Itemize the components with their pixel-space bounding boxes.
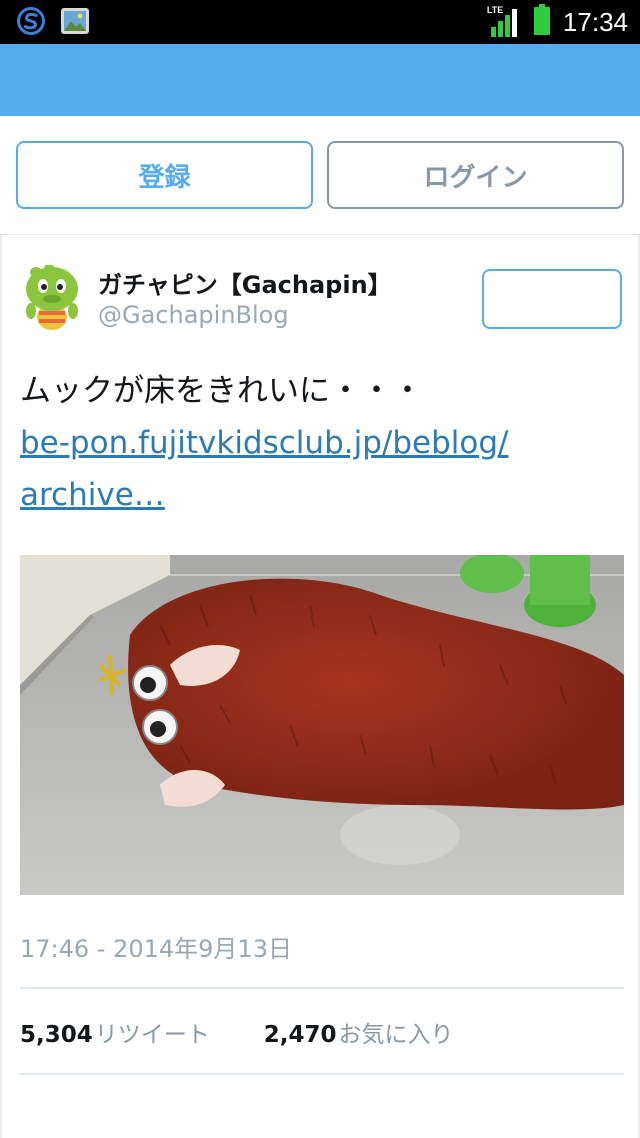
tweet-timestamp[interactable]: 17:46 - 2014年9月13日: [20, 929, 292, 964]
avatar[interactable]: [22, 264, 82, 331]
signal-icon: LTE: [487, 5, 521, 39]
app-header: [0, 44, 640, 116]
divider: [20, 987, 624, 989]
favorite-label: お気に入り: [338, 1022, 454, 1048]
signup-button[interactable]: 登録: [16, 141, 313, 209]
favorite-stat[interactable]: 2,470 お気に入り: [264, 1015, 454, 1049]
retweet-count: 5,304: [20, 1022, 93, 1048]
clock: 17:34: [562, 6, 628, 37]
tweet-link-line-1[interactable]: be-pon.fujitvkidsclub.jp/beblog/: [20, 425, 508, 461]
login-button[interactable]: ログイン: [327, 141, 624, 209]
author-name[interactable]: ガチャピン【Gachapin】: [98, 265, 392, 300]
follow-button[interactable]: [482, 269, 622, 329]
divider: [20, 1073, 624, 1075]
retweet-label: リツイート: [94, 1022, 210, 1048]
tweet-stats: 5,304 リツイート 2,470 お気に入り: [20, 1015, 454, 1049]
s-app-icon: [16, 6, 46, 40]
gallery-icon: [60, 6, 90, 40]
tweet-link-line-2[interactable]: archive…: [20, 477, 165, 513]
favorite-count: 2,470: [263, 1022, 337, 1048]
tweet-text-body: ムックが床をきれいに・・・: [20, 373, 423, 409]
tweet-card: ガチャピン【Gachapin】 @GachapinBlog ムックが床をきれいに…: [0, 235, 640, 1138]
retweet-stat[interactable]: 5,304 リツイート: [20, 1015, 210, 1049]
status-bar: LTE 17:34: [0, 0, 640, 44]
tweet-photo[interactable]: [20, 555, 624, 895]
battery-icon: [533, 4, 551, 40]
tweet-text: ムックが床をきれいに・・・ be-pon.fujitvkidsclub.jp/b…: [20, 365, 624, 521]
auth-buttons: 登録 ログイン: [16, 141, 624, 209]
author-handle[interactable]: @GachapinBlog: [98, 301, 289, 329]
